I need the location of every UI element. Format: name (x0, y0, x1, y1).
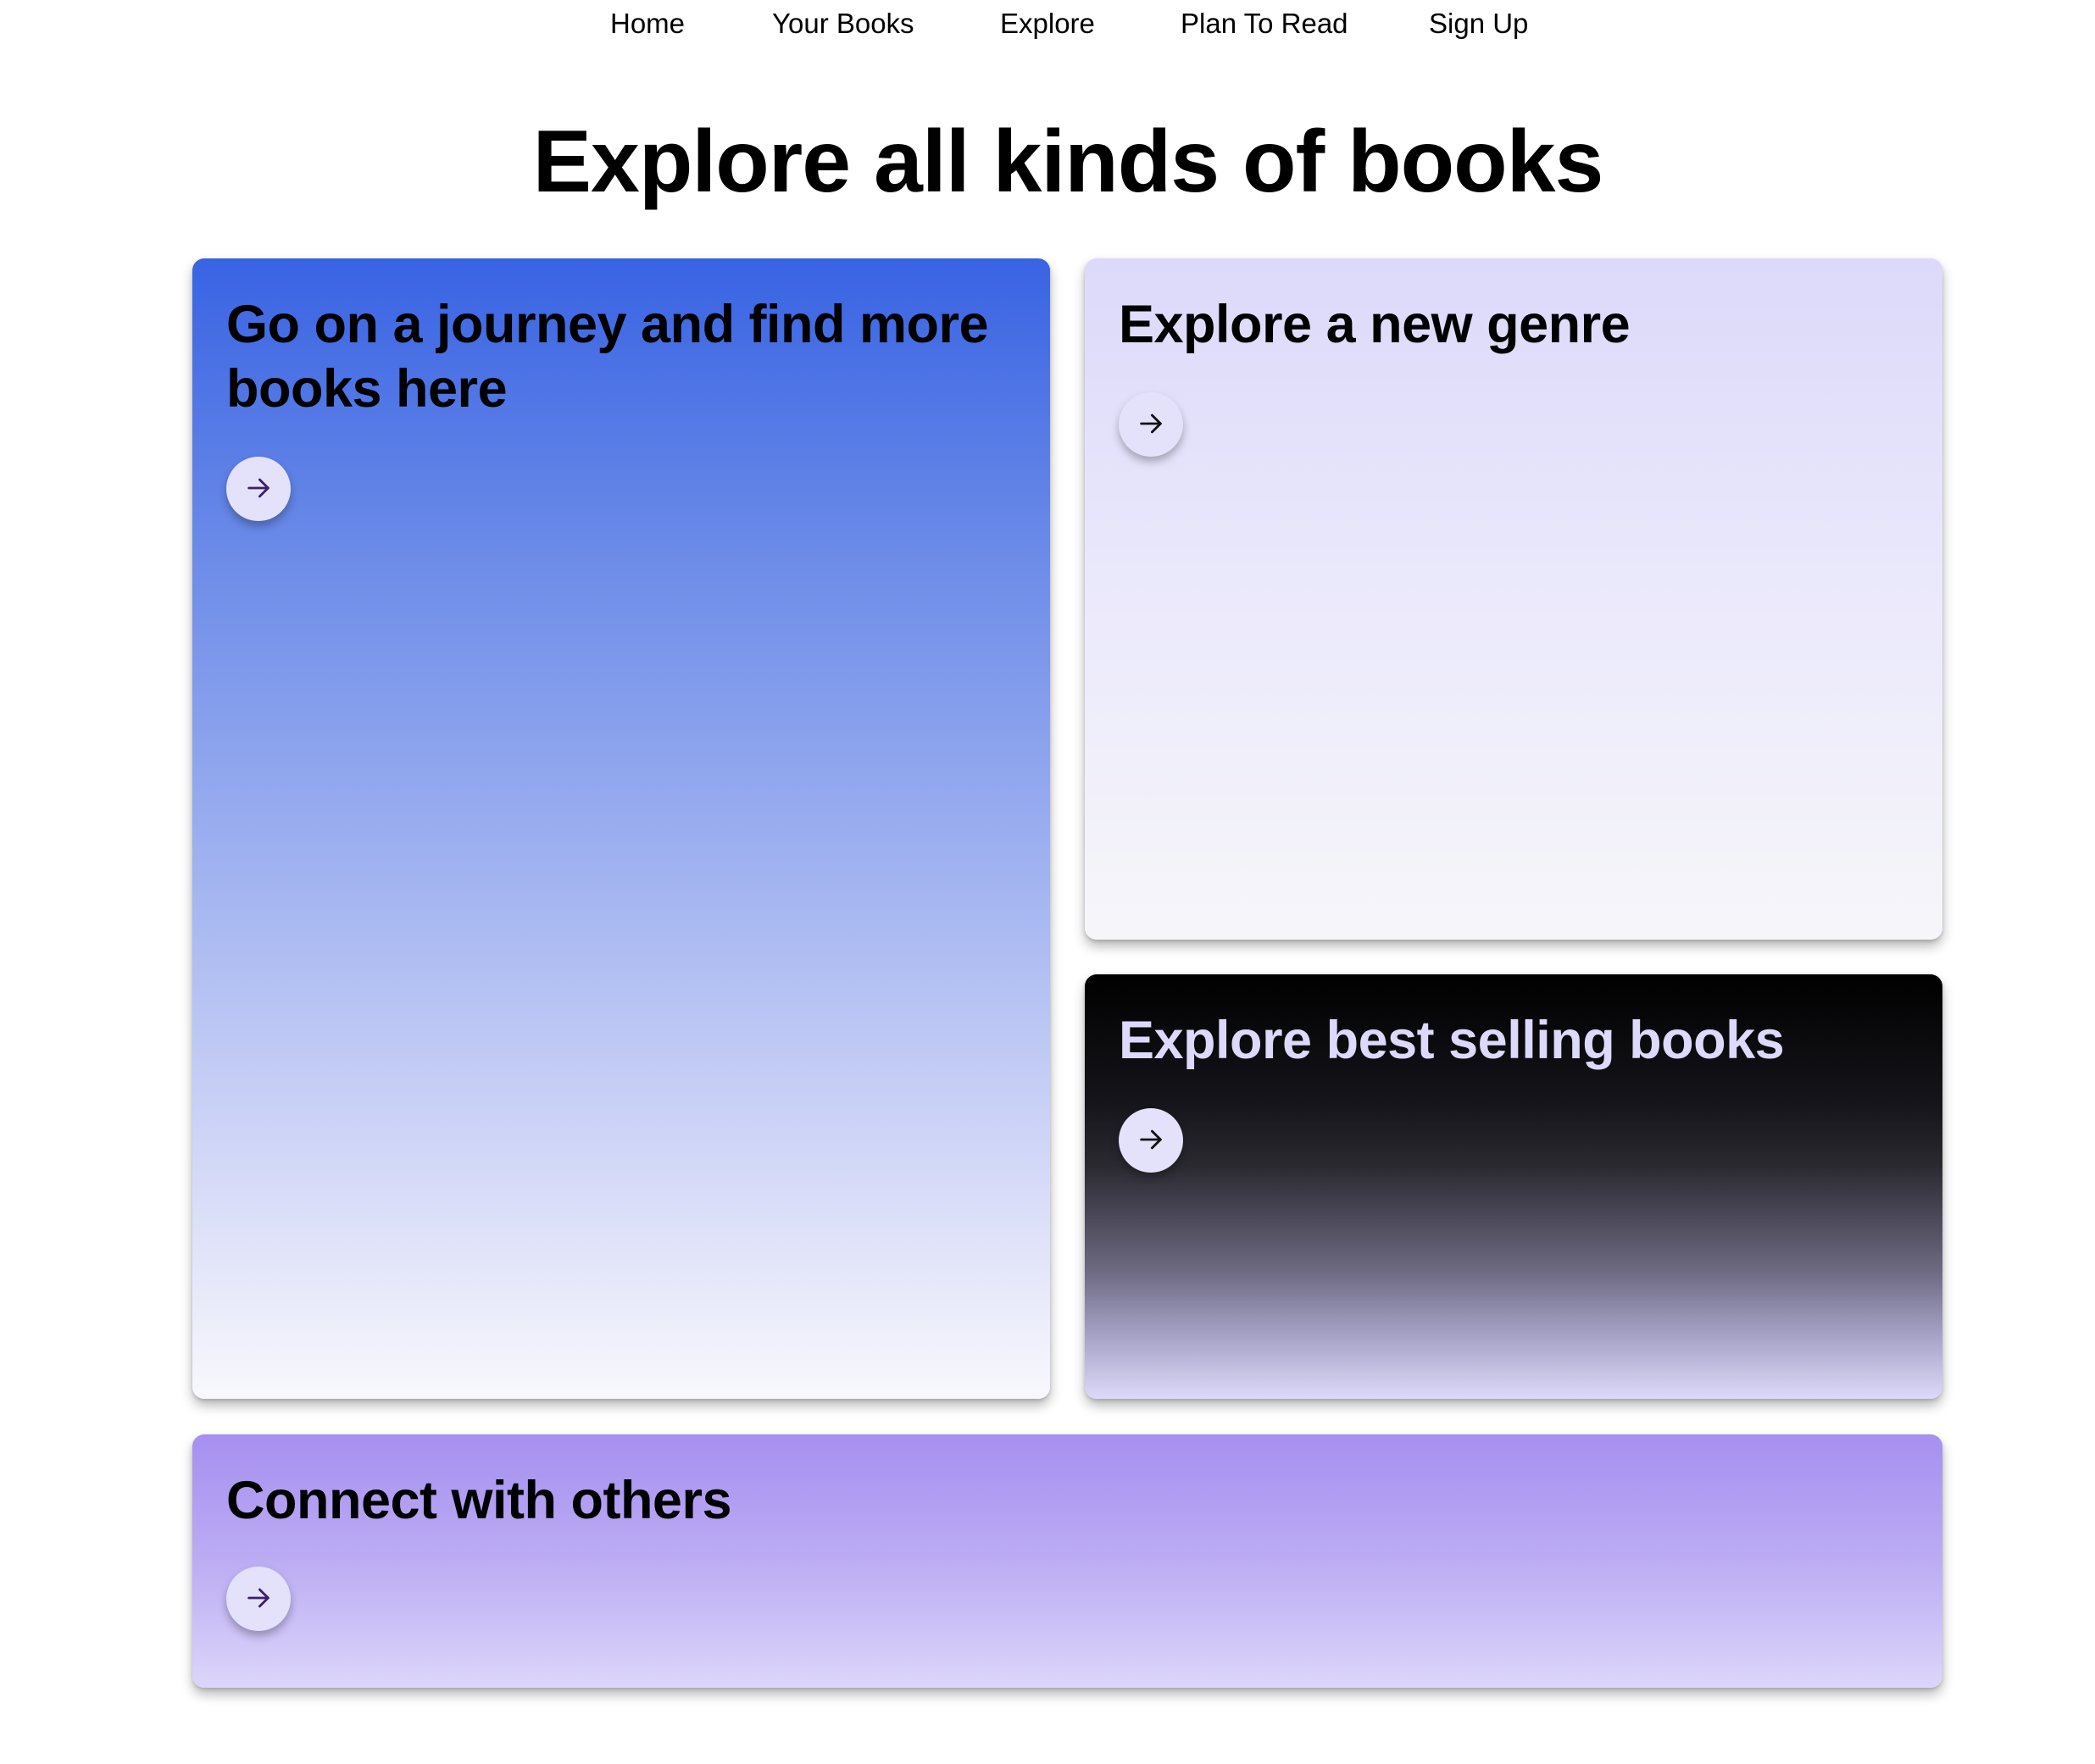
bestselling-card[interactable]: Explore best selling books (1085, 974, 1942, 1399)
nav-your-books-link[interactable]: Your Books (772, 5, 914, 42)
bestselling-arrow-button[interactable] (1119, 1108, 1183, 1173)
arrow-right-icon (244, 1584, 273, 1615)
journey-arrow-button[interactable] (226, 457, 291, 521)
nav-sign-up-link[interactable]: Sign Up (1429, 5, 1528, 42)
genre-arrow-button[interactable] (1119, 392, 1183, 457)
connect-card[interactable]: Connect with others (192, 1434, 1942, 1688)
genre-card[interactable]: Explore a new genre (1085, 258, 1942, 940)
journey-card[interactable]: Go on a journey and find more books here (192, 258, 1050, 1399)
connect-card-heading: Connect with others (226, 1471, 732, 1530)
genre-card-heading: Explore a new genre (1119, 295, 1631, 354)
connect-arrow-button[interactable] (226, 1567, 291, 1631)
arrow-right-icon (1136, 409, 1165, 441)
arrow-right-icon (1136, 1125, 1165, 1157)
arrow-right-icon (244, 474, 273, 505)
nav-home-link[interactable]: Home (610, 5, 685, 42)
nav-plan-to-read-link[interactable]: Plan To Read (1181, 5, 1348, 42)
nav-explore-link[interactable]: Explore (1000, 5, 1095, 42)
journey-card-heading: Go on a journey and find more books here (226, 295, 989, 419)
page-title: Explore all kinds of books (532, 113, 1604, 211)
bestselling-card-heading: Explore best selling books (1119, 1011, 1785, 1070)
